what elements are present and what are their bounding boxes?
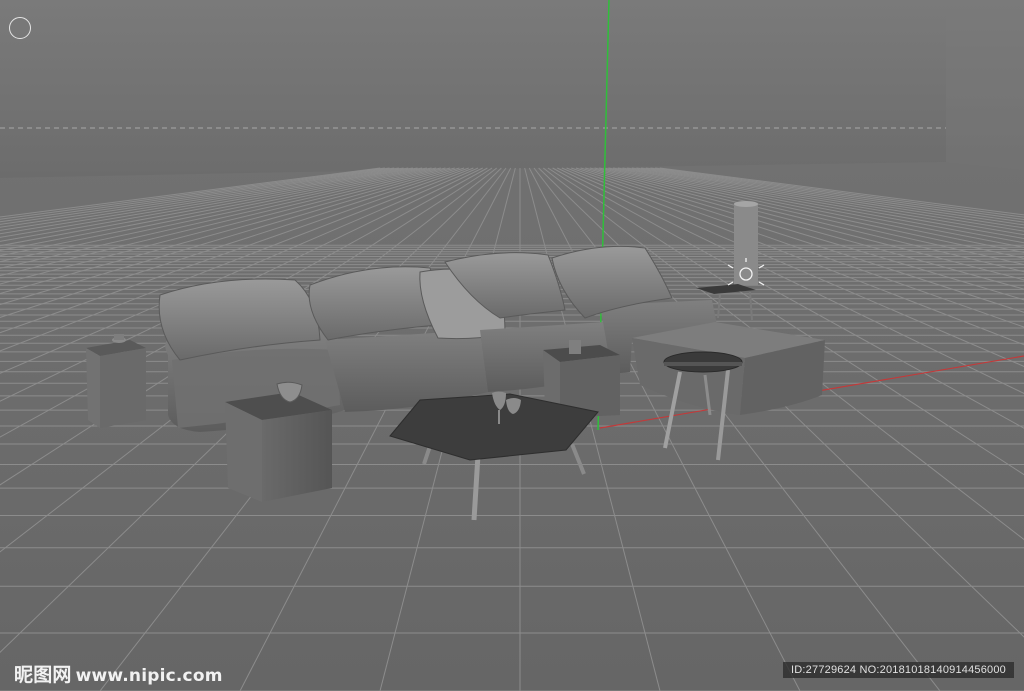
viewport-scene[interactable]: [0, 0, 1024, 691]
watermark-site: www.nipic.com: [75, 666, 223, 686]
watermark-id: ID:27729624 NO:20181018140914456000: [783, 662, 1014, 678]
viewport-background: [0, 0, 1024, 180]
nightstand-small[interactable]: [86, 334, 146, 428]
rotate-circle-icon[interactable]: [9, 17, 31, 39]
watermark-brand-name: 昵图网: [14, 664, 72, 686]
watermark-brand: 昵图网 www.nipic.com: [14, 660, 223, 687]
3d-viewport[interactable]: 昵图网 www.nipic.com ID:27729624 NO:2018101…: [0, 0, 1024, 691]
